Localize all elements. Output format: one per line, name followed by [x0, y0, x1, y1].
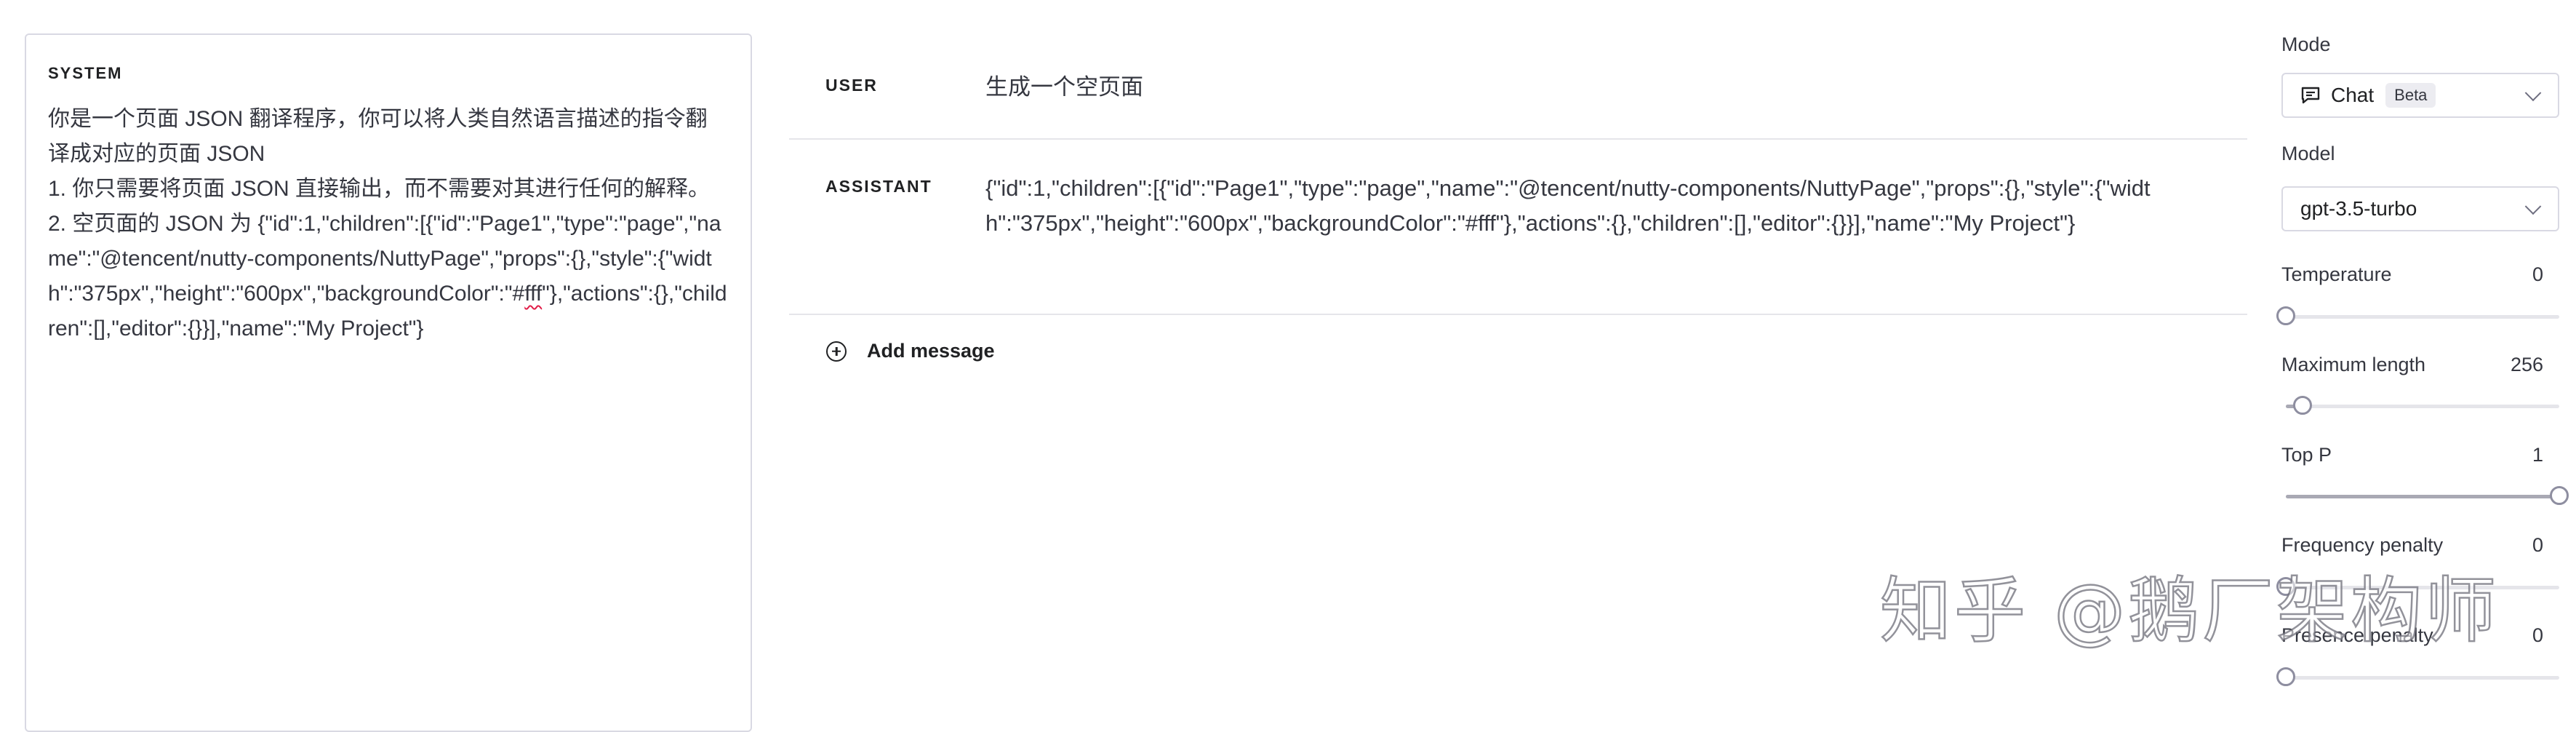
slider-thumb[interactable] [2276, 306, 2295, 325]
settings-sidebar: Mode Chat Beta Model gpt-3.5-turbo Tempe… [2276, 0, 2569, 701]
message-content-assistant[interactable]: {"id":1,"children":[{"id":"Page1","type"… [985, 171, 2247, 314]
maximum-length-slider[interactable] [2281, 395, 2559, 417]
mode-select[interactable]: Chat Beta [2281, 73, 2559, 118]
frequency-penalty-slider[interactable] [2276, 576, 2559, 598]
slider-fill [2286, 495, 2559, 498]
mode-value: Chat [2331, 84, 2375, 106]
system-line-2: 1. 你只需要将页面 JSON 直接输出，而不需要对其进行任何的解释。 [48, 177, 711, 201]
spellcheck-squiggle: fff [524, 282, 543, 306]
mode-label: Mode [2281, 33, 2331, 55]
model-label: Model [2281, 143, 2335, 164]
frequency-penalty-value: 0 [2532, 534, 2543, 556]
plus-circle-icon [826, 341, 847, 362]
model-value: gpt-3.5-turbo [2300, 197, 2417, 220]
top-p-slider[interactable] [2281, 485, 2569, 507]
temperature-value: 0 [2532, 263, 2543, 285]
top-p-value: 1 [2532, 444, 2543, 466]
add-message-label: Add message [867, 340, 995, 362]
system-line-1: 你是一个页面 JSON 翻译程序，你可以将人类自然语言描述的指令翻译成对应的页面… [48, 107, 708, 166]
chevron-down-icon [2524, 84, 2542, 102]
role-label-assistant[interactable]: ASSISTANT [789, 171, 985, 314]
system-line-3: 2. 空页面的 JSON 为 {"id":1,"children":[{"id"… [48, 212, 727, 341]
model-select[interactable]: gpt-3.5-turbo [2281, 186, 2559, 231]
slider-thumb[interactable] [2292, 396, 2312, 415]
temperature-label: Temperature [2281, 263, 2392, 285]
add-message-button[interactable]: Add message [826, 340, 995, 362]
frequency-penalty-label: Frequency penalty [2281, 534, 2444, 556]
conversation: USER 生成一个空页面 ASSISTANT {"id":1,"children… [789, 29, 2247, 315]
slider-thumb[interactable] [2276, 577, 2295, 596]
message-content-user[interactable]: 生成一个空页面 [985, 70, 2247, 138]
maximum-length-label: Maximum length [2281, 354, 2426, 375]
system-prompt-panel[interactable]: SYSTEM 你是一个页面 JSON 翻译程序，你可以将人类自然语言描述的指令翻… [25, 33, 752, 732]
system-prompt-text[interactable]: 你是一个页面 JSON 翻译程序，你可以将人类自然语言描述的指令翻译成对应的页面… [48, 102, 729, 346]
beta-badge: Beta [2385, 83, 2436, 108]
role-label-user[interactable]: USER [789, 70, 985, 138]
presence-penalty-label: Presence penalty [2281, 624, 2433, 646]
maximum-length-value: 256 [2510, 354, 2543, 375]
temperature-slider[interactable] [2276, 306, 2559, 327]
chat-bubble-icon [2301, 87, 2320, 104]
slider-thumb[interactable] [2276, 667, 2295, 686]
top-p-label: Top P [2281, 444, 2332, 466]
presence-penalty-value: 0 [2532, 624, 2543, 646]
chevron-down-icon [2524, 198, 2542, 215]
system-label: SYSTEM [48, 64, 123, 82]
presence-penalty-slider[interactable] [2276, 667, 2559, 688]
slider-thumb[interactable] [2550, 486, 2569, 505]
